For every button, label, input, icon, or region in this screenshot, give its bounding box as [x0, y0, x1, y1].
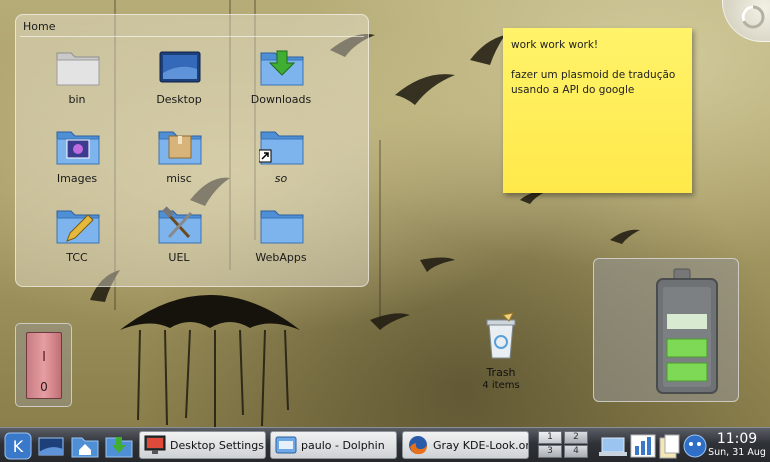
folder-item-label: bin [68, 93, 86, 106]
svg-text:K: K [13, 437, 24, 456]
sticky-note-widget[interactable]: work work work! fazer um plasmoid de tra… [503, 28, 692, 193]
folder-item-label: misc [166, 172, 192, 185]
kde-menu-icon[interactable]: K [3, 432, 33, 460]
pager-desktop-1[interactable]: 1 [538, 431, 562, 444]
folder-item-so[interactable]: so [233, 126, 329, 202]
trash-count: 4 items [482, 380, 520, 391]
downloads-folder-icon [260, 50, 304, 86]
file-manager-icon [275, 436, 297, 454]
digital-clock[interactable]: 11:09 Sun, 31 Aug [706, 431, 768, 459]
trash-widget[interactable]: Trash 4 items [470, 312, 532, 392]
images-folder-icon [56, 131, 100, 165]
system-monitor-icon[interactable] [628, 432, 658, 460]
folder-view-divider [20, 36, 364, 37]
battery-widget[interactable] [593, 258, 739, 402]
folder-item-uel[interactable]: UEL [131, 205, 227, 281]
task-label: Gray KDE-Look.org [433, 439, 529, 452]
folder-item-label: Downloads [250, 93, 312, 106]
folder-item-images[interactable]: Images [29, 126, 125, 202]
task-dolphin[interactable]: paulo - Dolphin [270, 431, 397, 459]
folder-item-label: so [274, 172, 288, 185]
folder-item-misc[interactable]: misc [131, 126, 227, 202]
folder-item-label: UEL [168, 251, 190, 264]
folder-item-label: Desktop [156, 93, 202, 106]
package-folder-icon [158, 131, 202, 165]
folder-item-desktop[interactable]: Desktop [131, 47, 227, 123]
power-switch-widget[interactable]: I 0 [15, 323, 72, 407]
clock-date: Sun, 31 Aug [708, 447, 766, 458]
folder-item-downloads[interactable]: Downloads [233, 47, 329, 123]
taskbar-panel: K Desktop Settings paulo - Dolphin Gray … [0, 427, 770, 462]
folder-item-label: WebApps [255, 251, 307, 264]
note-line: work work work! [511, 39, 599, 51]
switch-off-label: 0 [40, 380, 48, 394]
monitor-icon [144, 435, 166, 454]
task-desktop-settings[interactable]: Desktop Settings [139, 431, 266, 459]
folder-grey-icon [56, 52, 100, 86]
trash-label: Trash [486, 366, 516, 379]
download-folder-icon[interactable] [104, 432, 134, 460]
folder-tools-icon [158, 206, 202, 244]
pager-desktop-3[interactable]: 3 [538, 445, 562, 458]
folder-link-icon [259, 131, 304, 165]
task-label: Desktop Settings [170, 439, 264, 452]
show-desktop-icon[interactable] [36, 432, 66, 460]
folder-item-webapps[interactable]: WebApps [233, 205, 329, 281]
folder-item-bin[interactable]: bin [29, 47, 125, 123]
task-firefox[interactable]: Gray KDE-Look.org [402, 431, 529, 459]
note-line: fazer um plasmoid de tradução usando a A… [511, 69, 676, 96]
trash-icon [486, 312, 516, 359]
clock-time: 11:09 [716, 431, 758, 447]
network-icon[interactable] [598, 432, 628, 460]
desktop-pager[interactable]: 1 2 3 4 [538, 431, 590, 459]
power-switch[interactable]: I 0 [26, 332, 62, 399]
folder-pencil-icon [56, 210, 100, 244]
plasma-toolbox-icon[interactable] [740, 4, 766, 30]
folder-view-title: Home [23, 20, 56, 33]
home-folder-icon[interactable] [70, 432, 100, 460]
pager-desktop-2[interactable]: 2 [564, 431, 588, 444]
firefox-icon [409, 436, 427, 455]
folder-item-label: Images [56, 172, 98, 185]
pager-desktop-4[interactable]: 4 [564, 445, 588, 458]
folder-item-label: TCC [66, 251, 88, 264]
folder-icon [260, 210, 304, 244]
folder-item-tcc[interactable]: TCC [29, 205, 125, 281]
battery-icon [656, 268, 718, 394]
folder-view-widget[interactable]: Home bin Desktop Downloads Images misc s… [15, 14, 369, 287]
task-label: paulo - Dolphin [301, 439, 385, 452]
switch-on-label: I [42, 350, 46, 365]
desktop-folder-icon [159, 51, 201, 83]
